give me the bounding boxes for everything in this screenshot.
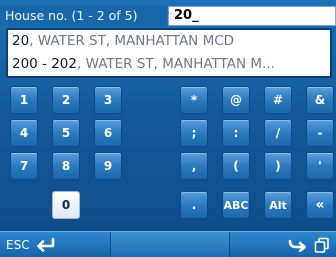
key-3[interactable]: 3 xyxy=(94,86,122,114)
key-1[interactable]: 1 xyxy=(10,86,38,114)
forward-arrow-icon xyxy=(288,238,308,252)
backspace-button[interactable]: « xyxy=(306,191,334,219)
key-at[interactable]: @ xyxy=(222,86,250,114)
result-address: , WATER ST, MANHATTAN M... xyxy=(77,56,275,72)
abc-button[interactable]: ABC xyxy=(222,191,250,219)
key-7[interactable]: 7 xyxy=(10,152,38,180)
key-apostrophe[interactable]: ' xyxy=(306,152,334,180)
esc-button[interactable]: ESC xyxy=(0,232,104,257)
result-number: 200 - 202 xyxy=(12,56,77,72)
center-bar-button[interactable] xyxy=(110,232,230,257)
key-4[interactable]: 4 xyxy=(10,119,38,147)
back-arrow-icon xyxy=(36,238,56,252)
next-button[interactable] xyxy=(236,232,336,257)
key-semicolon[interactable]: ; xyxy=(180,119,208,147)
keyboard-switch-icon[interactable] xyxy=(314,237,330,253)
result-number: 20 xyxy=(12,33,30,49)
key-hyphen[interactable]: - xyxy=(306,119,334,147)
result-address: , WATER ST, MANHATTAN MCD xyxy=(29,33,235,49)
key-asterisk[interactable]: * xyxy=(180,86,208,114)
address-entry-screen: House no. (1 - 2 of 5) 20_ 20, WATER ST,… xyxy=(0,0,336,257)
key-ampersand[interactable]: & xyxy=(306,86,334,114)
key-6[interactable]: 6 xyxy=(94,119,122,147)
key-5[interactable]: 5 xyxy=(52,119,80,147)
house-number-label: House no. (1 - 2 of 5) xyxy=(0,6,166,26)
key-8[interactable]: 8 xyxy=(52,152,80,180)
key-0[interactable]: 0 xyxy=(52,191,80,219)
esc-label: ESC xyxy=(6,238,30,252)
key-hash[interactable]: # xyxy=(264,86,292,114)
alt-button[interactable]: Alt xyxy=(264,191,292,219)
key-open-paren[interactable]: ( xyxy=(222,152,250,180)
key-close-paren[interactable]: ) xyxy=(264,152,292,180)
key-comma[interactable]: , xyxy=(180,152,208,180)
result-list: 20, WATER ST, MANHATTAN MCD 200 - 202, W… xyxy=(6,28,332,78)
key-2[interactable]: 2 xyxy=(52,86,80,114)
key-colon[interactable]: : xyxy=(222,119,250,147)
key-9[interactable]: 9 xyxy=(94,152,122,180)
house-number-input[interactable]: 20_ xyxy=(168,6,336,26)
result-item-1[interactable]: 20, WATER ST, MANHATTAN MCD xyxy=(8,30,330,53)
key-slash[interactable]: / xyxy=(264,119,292,147)
bottom-bar: ESC xyxy=(0,231,336,257)
result-item-2[interactable]: 200 - 202, WATER ST, MANHATTAN M... xyxy=(8,53,330,76)
key-period[interactable]: . xyxy=(180,191,208,219)
